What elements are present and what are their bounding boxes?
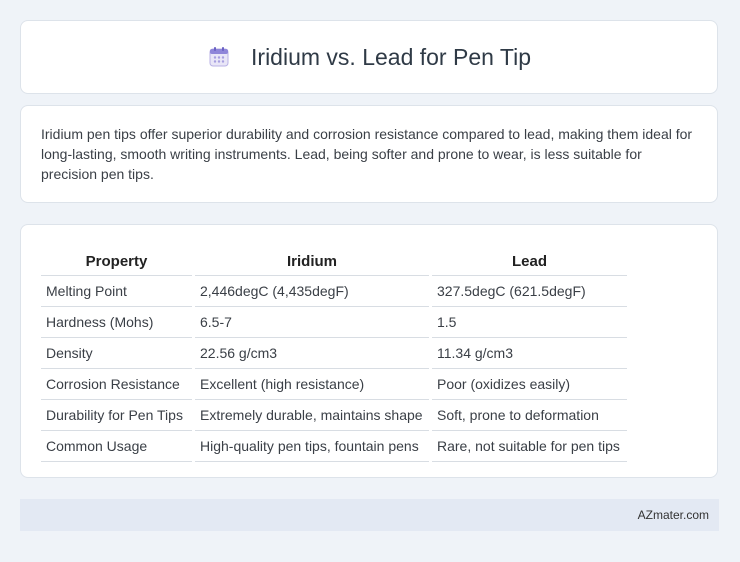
footer-site-link[interactable]: AZmater.com [638,508,709,522]
cell-property: Density [41,338,192,369]
cell-property: Hardness (Mohs) [41,307,192,338]
cell-property: Melting Point [41,276,192,307]
page-title: Iridium vs. Lead for Pen Tip [251,43,531,70]
summary-card: Iridium pen tips offer superior durabili… [20,105,718,203]
header-iridium: Iridium [195,245,429,276]
table-header-row: Property Iridium Lead [41,245,627,276]
cell-iridium: 2,446degC (4,435degF) [195,276,429,307]
header-lead: Lead [432,245,627,276]
cell-lead: Rare, not suitable for pen tips [432,431,627,462]
cell-lead: Soft, prone to deformation [432,400,627,431]
table-row: Corrosion Resistance Excellent (high res… [41,369,627,400]
cell-property: Corrosion Resistance [41,369,192,400]
cell-property: Common Usage [41,431,192,462]
cell-lead: 11.34 g/cm3 [432,338,627,369]
cell-iridium: 22.56 g/cm3 [195,338,429,369]
table-row: Density 22.56 g/cm3 11.34 g/cm3 [41,338,627,369]
comparison-table: Property Iridium Lead Melting Point 2,44… [38,245,630,462]
table-row: Common Usage High-quality pen tips, foun… [41,431,627,462]
header-property: Property [41,245,192,276]
cell-property: Durability for Pen Tips [41,400,192,431]
cell-iridium: Extremely durable, maintains shape [195,400,429,431]
cell-iridium: High-quality pen tips, fountain pens [195,431,429,462]
footer-bar: AZmater.com [20,499,719,531]
summary-text: Iridium pen tips offer superior durabili… [41,126,693,182]
calendar-icon [209,47,229,67]
table-row: Melting Point 2,446degC (4,435degF) 327.… [41,276,627,307]
cell-lead: 1.5 [432,307,627,338]
cell-lead: Poor (oxidizes easily) [432,369,627,400]
comparison-card: Property Iridium Lead Melting Point 2,44… [20,224,718,478]
title-card: Iridium vs. Lead for Pen Tip [20,20,718,94]
cell-iridium: 6.5-7 [195,307,429,338]
cell-iridium: Excellent (high resistance) [195,369,429,400]
cell-lead: 327.5degC (621.5degF) [432,276,627,307]
table-row: Hardness (Mohs) 6.5-7 1.5 [41,307,627,338]
table-row: Durability for Pen Tips Extremely durabl… [41,400,627,431]
